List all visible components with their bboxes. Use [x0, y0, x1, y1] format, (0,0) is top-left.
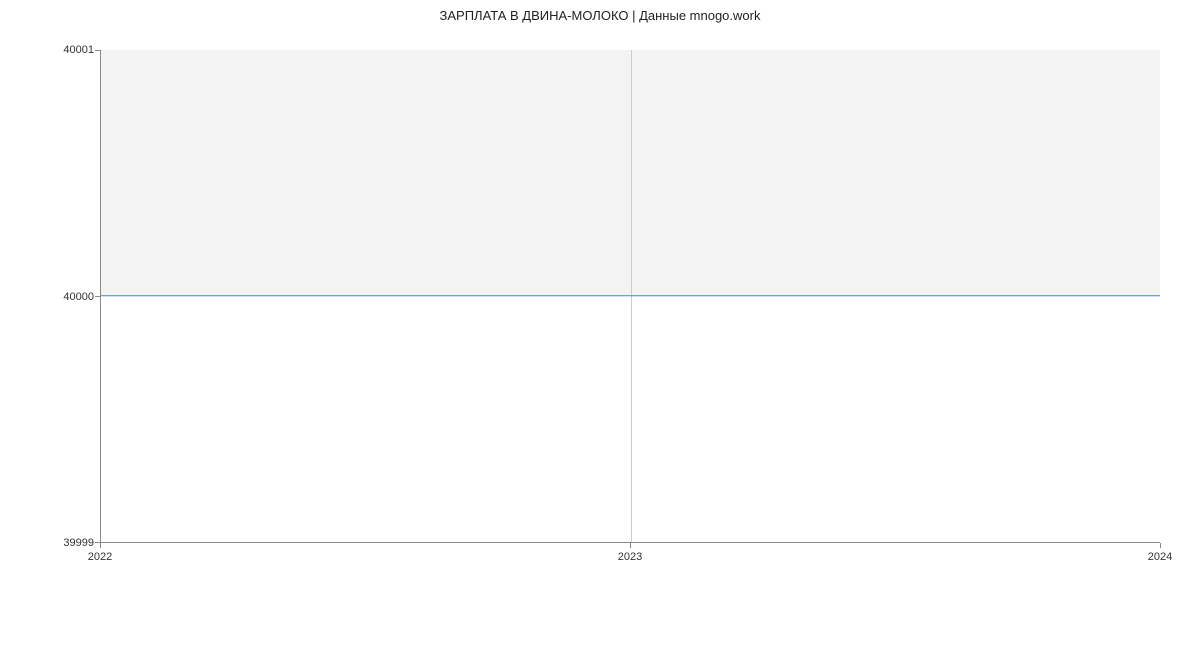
data-line	[101, 295, 1160, 296]
x-tick-label: 2023	[618, 551, 642, 563]
y-tick-label: 40001	[63, 44, 94, 56]
x-tick-mark	[1160, 543, 1161, 548]
y-tick-label: 40000	[63, 291, 94, 303]
x-tick-label: 2022	[88, 551, 112, 563]
plot-area	[100, 50, 1160, 543]
x-tick-mark	[630, 543, 631, 548]
chart-title: ЗАРПЛАТА В ДВИНА-МОЛОКО | Данные mnogo.w…	[0, 8, 1200, 23]
y-tick-label: 39999	[63, 537, 94, 549]
x-tick-label: 2024	[1148, 551, 1172, 563]
x-tick-mark	[100, 543, 101, 548]
